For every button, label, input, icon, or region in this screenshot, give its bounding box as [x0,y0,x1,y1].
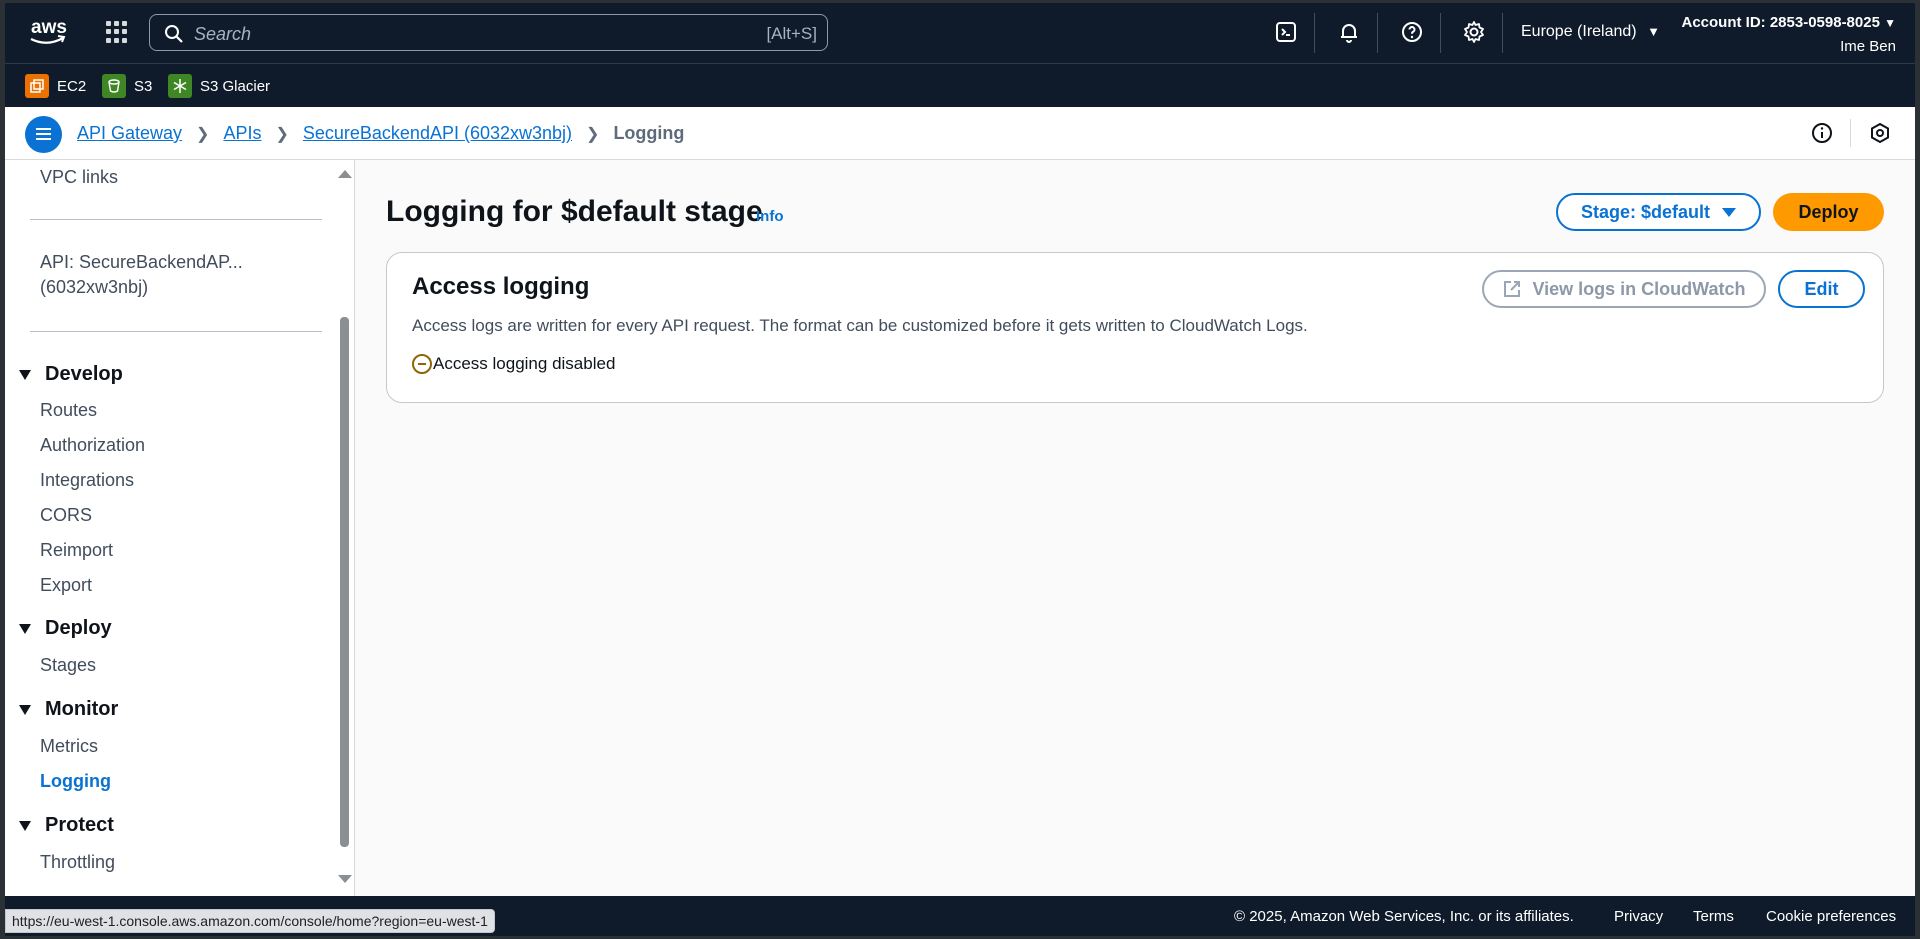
side-navigation: VPC links API: SecureBackendAP... (6032x… [5,160,355,896]
breadcrumb-apis[interactable]: APIs [223,123,261,144]
security-shield-icon[interactable] [1869,122,1891,144]
chevron-right-icon: ❯ [586,125,600,143]
breadcrumb-api-gateway[interactable]: API Gateway [77,123,182,144]
search-shortcut: [Alt+S] [766,24,817,43]
browser-status-url: https://eu-west-1.console.aws.amazon.com… [5,909,495,933]
favorite-s3[interactable]: S3 [102,74,152,98]
edit-button[interactable]: Edit [1778,270,1865,308]
view-logs-in-cloudwatch-button[interactable]: View logs in CloudWatch [1482,270,1766,308]
sidebar-item-cors[interactable]: CORS [40,505,92,526]
search-input[interactable]: Search [Alt+S] [149,14,828,51]
svg-text:aws: aws [31,17,67,38]
chevron-right-icon: ❯ [275,125,289,143]
breadcrumb-bar: API Gateway ❯ APIs ❯ SecureBackendAPI (6… [5,107,1915,160]
sidebar-item-metrics[interactable]: Metrics [40,736,98,757]
account-id: Account ID: 2853-0598-8025 [1681,14,1880,31]
breadcrumb-api[interactable]: SecureBackendAPI (6032xw3nbj) [303,123,572,144]
notifications-bell-icon[interactable] [1337,20,1363,46]
footer-terms-link[interactable]: Terms [1693,908,1734,925]
caret-down-icon [19,369,31,380]
section-title: Protect [45,814,114,836]
footer-cookie-preferences-link[interactable]: Cookie preferences [1766,908,1896,925]
section-title: Develop [45,363,123,385]
sidebar-item-export[interactable]: Export [40,575,92,596]
status-text: Access logging disabled [433,354,616,373]
info-panel-icon[interactable] [1811,122,1833,144]
breadcrumb-current: Logging [613,123,685,143]
top-navigation: aws Search [Alt+S] Europe (Ireland) ▼ Ac… [5,3,1915,63]
region-label: Europe (Ireland) [1521,23,1637,40]
chevron-down-icon: ▼ [1647,24,1660,39]
sidebar-item-authorization[interactable]: Authorization [40,435,145,456]
sidebar-section-monitor[interactable]: Monitor [19,698,118,721]
s3-bucket-icon [102,74,126,98]
region-selector[interactable]: Europe (Ireland) ▼ [1521,23,1660,41]
sidebar-section-deploy[interactable]: Deploy [19,617,112,640]
console-window: aws Search [Alt+S] Europe (Ireland) ▼ Ac… [5,3,1915,936]
favorite-label: EC2 [57,77,87,95]
sidebar-section-protect[interactable]: Protect [19,814,114,837]
help-icon[interactable] [1400,20,1426,46]
card-description: Access logs are written for every API re… [412,316,1308,335]
aws-logo[interactable]: aws [25,15,69,49]
caret-down-icon [19,820,31,831]
deploy-button[interactable]: Deploy [1773,193,1884,231]
favorites-bar: EC2 S3 S3 Glacier [5,63,1915,107]
footer-copyright: © 2025, Amazon Web Services, Inc. or its… [1234,908,1574,925]
section-title: Monitor [45,698,119,720]
caret-down-icon [19,704,31,715]
stage-selector-label: Stage: $default [1580,201,1711,222]
search-placeholder: Search [194,24,252,44]
sidebar-item-logging[interactable]: Logging [40,771,111,792]
services-menu-icon[interactable] [104,19,130,45]
sidebar-item-integrations[interactable]: Integrations [40,470,134,491]
stage-selector-button[interactable]: Stage: $default [1556,193,1761,231]
caret-down-icon [19,623,31,634]
page-title: Logging for $default stage [386,195,763,228]
scroll-down-arrow-icon[interactable] [338,875,352,883]
chevron-right-icon: ❯ [196,125,210,143]
sidebar-item-routes[interactable]: Routes [40,400,97,421]
footer-privacy-link[interactable]: Privacy [1614,908,1663,925]
sidebar-api-line1[interactable]: API: SecureBackendAP... [40,252,243,273]
access-logging-status: Access logging disabled [412,354,615,374]
search-icon [165,25,183,43]
ec2-icon [25,74,49,98]
info-link[interactable]: Info [756,208,784,225]
external-link-icon [1504,281,1521,297]
settings-gear-icon[interactable] [1462,20,1488,46]
sidebar-item-throttling[interactable]: Throttling [40,852,115,873]
sidebar-item-stages[interactable]: Stages [40,655,96,676]
sidebar-item-reimport[interactable]: Reimport [40,540,113,561]
scroll-up-arrow-icon[interactable] [338,170,352,178]
access-logging-card: Access logging Access logs are written f… [386,252,1884,403]
favorite-ec2[interactable]: EC2 [25,74,86,98]
sidebar-item-vpc-links[interactable]: VPC links [40,167,118,188]
breadcrumb: API Gateway ❯ APIs ❯ SecureBackendAPI (6… [77,123,684,144]
chevron-down-icon: ▼ [1884,16,1896,30]
scrollbar-thumb[interactable] [340,317,349,847]
status-disabled-icon [412,354,432,374]
caret-down-icon [1722,207,1737,217]
user-name: Ime Ben [1840,38,1896,55]
account-menu[interactable]: Account ID: 2853-0598-8025 ▼ Ime Ben [1682,11,1897,58]
favorite-label: S3 [134,77,153,95]
navigation-menu-icon[interactable] [25,116,62,153]
sidebar-api-line2[interactable]: (6032xw3nbj) [40,277,148,298]
view-logs-label: View logs in CloudWatch [1532,278,1746,299]
glacier-icon [168,74,192,98]
sidebar-section-develop[interactable]: Develop [19,363,123,386]
card-title: Access logging [412,273,590,300]
section-title: Deploy [45,617,112,639]
cloudshell-icon[interactable] [1274,20,1300,46]
favorite-label: S3 Glacier [200,77,271,95]
favorite-s3-glacier[interactable]: S3 Glacier [168,74,270,98]
